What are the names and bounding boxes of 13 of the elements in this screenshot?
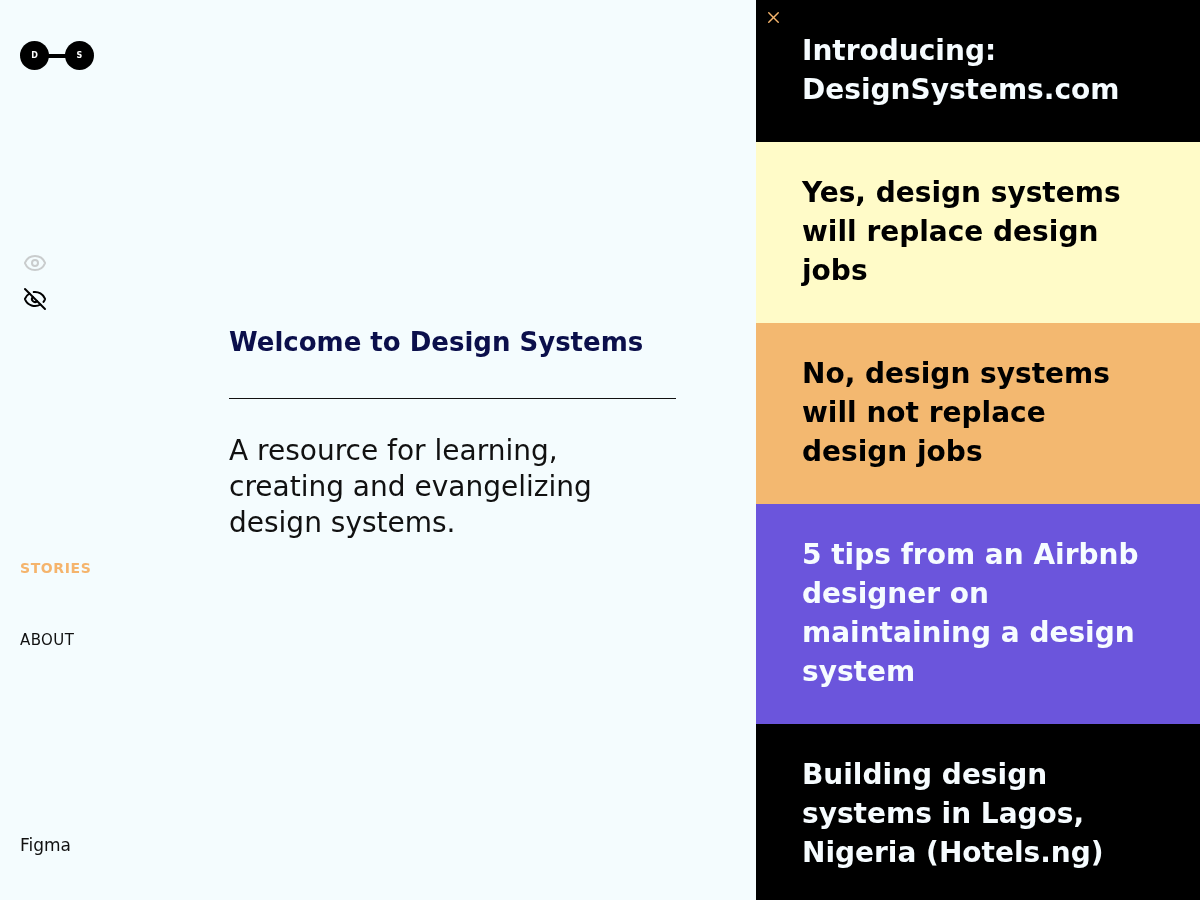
logo-letter: S [65,41,94,70]
nav-link[interactable]: ABOUT [20,630,75,650]
logo[interactable]: D S [20,41,94,70]
footer-link[interactable]: Figma [20,834,72,856]
eye-off-icon[interactable] [22,287,48,311]
story-card[interactable]: Building design systems in Lagos, Nigeria (Hotels.ng) [756,724,1200,900]
welcome-heading: Welcome to Design Systems [229,326,645,359]
logo-letter: D [20,41,49,70]
story-card[interactable]: 5 tips from an Airbnb designer on maintaining a design system [756,504,1200,724]
intro-text: A resource for learning, creating and evangelizing design systems. [229,433,593,541]
story-card[interactable]: No, design systems will not replace design jobs [756,323,1200,504]
story-card[interactable]: Introducing: DesignSystems.com [756,0,1200,142]
story-card[interactable]: Yes, design systems will replace design jobs [756,142,1200,323]
